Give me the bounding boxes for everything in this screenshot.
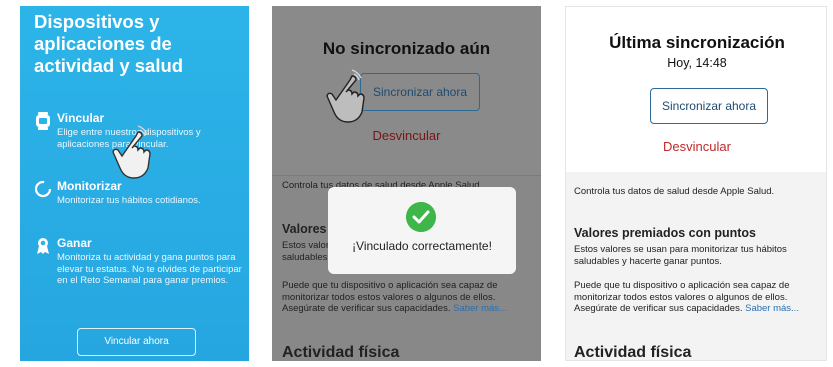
synced-screen: Última sincronización Hoy, 14:48 Sincron…	[565, 6, 827, 361]
learn-more-link[interactable]: Saber más...	[453, 303, 507, 314]
learn-more-link[interactable]: Saber más...	[745, 303, 799, 314]
unlink-link[interactable]: Desvincular	[272, 128, 541, 143]
values-title: Valores premiados con puntos	[574, 226, 756, 240]
progress-ring-icon	[34, 180, 52, 198]
not-synced-screen: No sincronizado aún Sincronizar ahora De…	[272, 6, 541, 361]
ribbon-award-icon	[37, 238, 49, 254]
success-message: ¡Vinculado correctamente!	[352, 239, 492, 253]
link-now-button[interactable]: Vincular ahora	[77, 328, 196, 356]
capabilities-text: Puede que tu dispositivo o aplicación se…	[574, 280, 799, 314]
feature-description: Monitoriza tu actividad y gana puntos pa…	[57, 252, 242, 286]
checkmark-icon	[406, 202, 436, 232]
sync-now-button[interactable]: Sincronizar ahora	[360, 73, 480, 111]
sync-status-title: Última sincronización	[609, 33, 785, 52]
tap-hand-icon	[112, 125, 151, 179]
last-sync-time: Hoy, 14:48	[667, 56, 727, 70]
physical-activity-title: Actividad física	[574, 344, 692, 361]
values-description: Estos valores se usan para monitorizar t…	[574, 244, 787, 267]
capabilities-text: Puede que tu dispositivo o aplicación se…	[282, 280, 507, 314]
sync-now-button[interactable]: Sincronizar ahora	[650, 88, 768, 124]
feature-description: Monitorizar tus hábitos cotidianos.	[57, 195, 201, 206]
tap-hand-icon	[326, 69, 365, 123]
sync-status-title: No sincronizado aún	[322, 39, 491, 58]
divider	[272, 175, 541, 176]
unlink-link[interactable]: Desvincular	[566, 139, 826, 154]
health-text: Controla tus datos de salud desde Apple …	[574, 186, 775, 197]
link-devices-screen: Dispositivos y aplicaciones de actividad…	[20, 6, 249, 361]
physical-activity-title: Actividad física	[282, 344, 400, 361]
watch-icon	[36, 112, 50, 130]
feature-heading: Ganar	[57, 236, 92, 250]
feature-heading: Vincular	[57, 111, 105, 125]
page-title: Dispositivos y aplicaciones de actividad…	[34, 11, 184, 76]
success-dialog: ¡Vinculado correctamente!	[328, 187, 516, 274]
